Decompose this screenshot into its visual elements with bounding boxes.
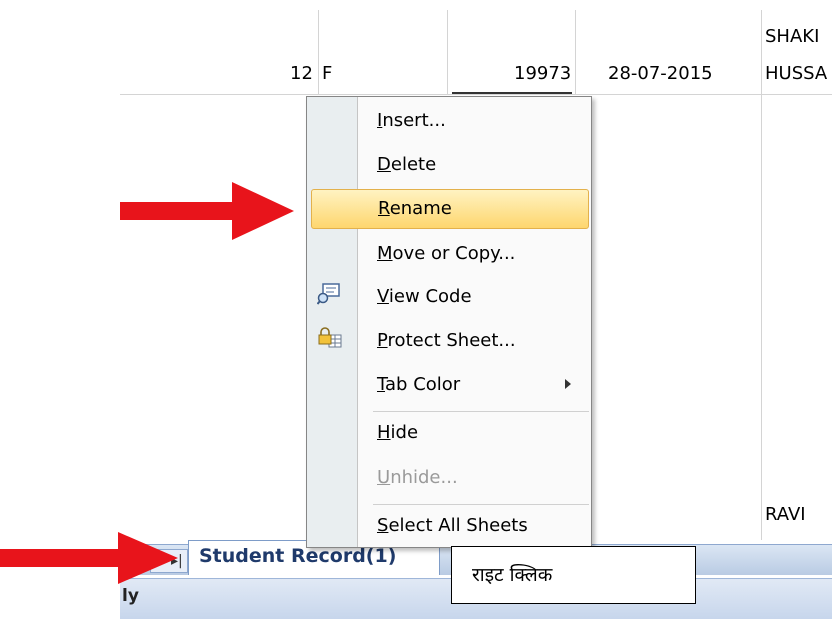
cell-name-line2[interactable]: HUSSA [765,63,827,85]
menu-item-label: ab Color [385,374,461,395]
menu-icon-gutter [307,97,358,547]
selected-cell-border [452,92,572,94]
menu-item-delete[interactable]: Delete [359,146,589,186]
menu-item-label: ename [389,198,452,219]
cell-date[interactable]: 28-07-2015 [608,63,713,85]
protect-sheet-icon [317,327,343,349]
cell-gender[interactable]: F [322,63,332,85]
menu-item-label: nsert... [382,110,446,131]
cell-name-line1[interactable]: SHAKI [765,26,819,48]
red-arrow-icon [0,530,180,590]
submenu-arrow-icon [565,379,571,389]
sheet-tab-label: Student Record(1) [199,545,397,567]
annotation-text: राइट क्लिक [472,564,553,586]
menu-mnemonic: M [377,243,393,264]
cell-code[interactable]: 19973 [514,63,571,85]
menu-item-insert[interactable]: Insert... [359,102,589,142]
menu-item-select-all-sheets[interactable]: Select All Sheets [359,507,589,547]
cell-lower-name[interactable]: RAVI [765,504,806,526]
menu-mnemonic: D [377,154,391,175]
menu-mnemonic: H [377,422,391,443]
menu-separator [373,504,589,505]
grid-line [447,10,448,94]
menu-item-unhide: Unhide... [359,459,589,499]
grid-line [761,10,762,540]
menu-item-label: nhide... [390,467,458,488]
grid-line [318,10,319,94]
menu-mnemonic: R [378,198,390,219]
view-code-icon [316,283,343,305]
menu-mnemonic: V [377,286,389,307]
menu-mnemonic: T [377,374,386,395]
menu-item-rename[interactable]: Rename [311,189,589,229]
menu-item-tab-color[interactable]: Tab Color [359,366,589,406]
menu-mnemonic: S [377,515,389,536]
menu-item-label: ide [390,422,419,443]
menu-item-label: elete [390,154,437,175]
annotation-box: राइट क्लिक [451,546,696,604]
menu-mnemonic: U [377,467,391,488]
menu-mnemonic: P [377,330,388,351]
context-menu: Insert... Delete Rename Move or Copy... … [306,96,592,548]
menu-item-protect-sheet[interactable]: Protect Sheet... [359,322,589,362]
menu-item-label: ove or Copy... [392,243,516,264]
red-arrow-icon [120,180,296,246]
menu-item-label: rotect Sheet... [387,330,516,351]
menu-item-view-code[interactable]: View Code [359,278,589,318]
grid-line [120,94,832,95]
menu-item-label: iew Code [388,286,472,307]
menu-item-move-or-copy[interactable]: Move or Copy... [359,235,589,275]
cell-number[interactable]: 12 [290,63,313,85]
menu-item-label: elect All Sheets [388,515,528,536]
grid-line [575,10,576,94]
menu-item-hide[interactable]: Hide [359,414,589,454]
menu-separator [373,411,589,412]
